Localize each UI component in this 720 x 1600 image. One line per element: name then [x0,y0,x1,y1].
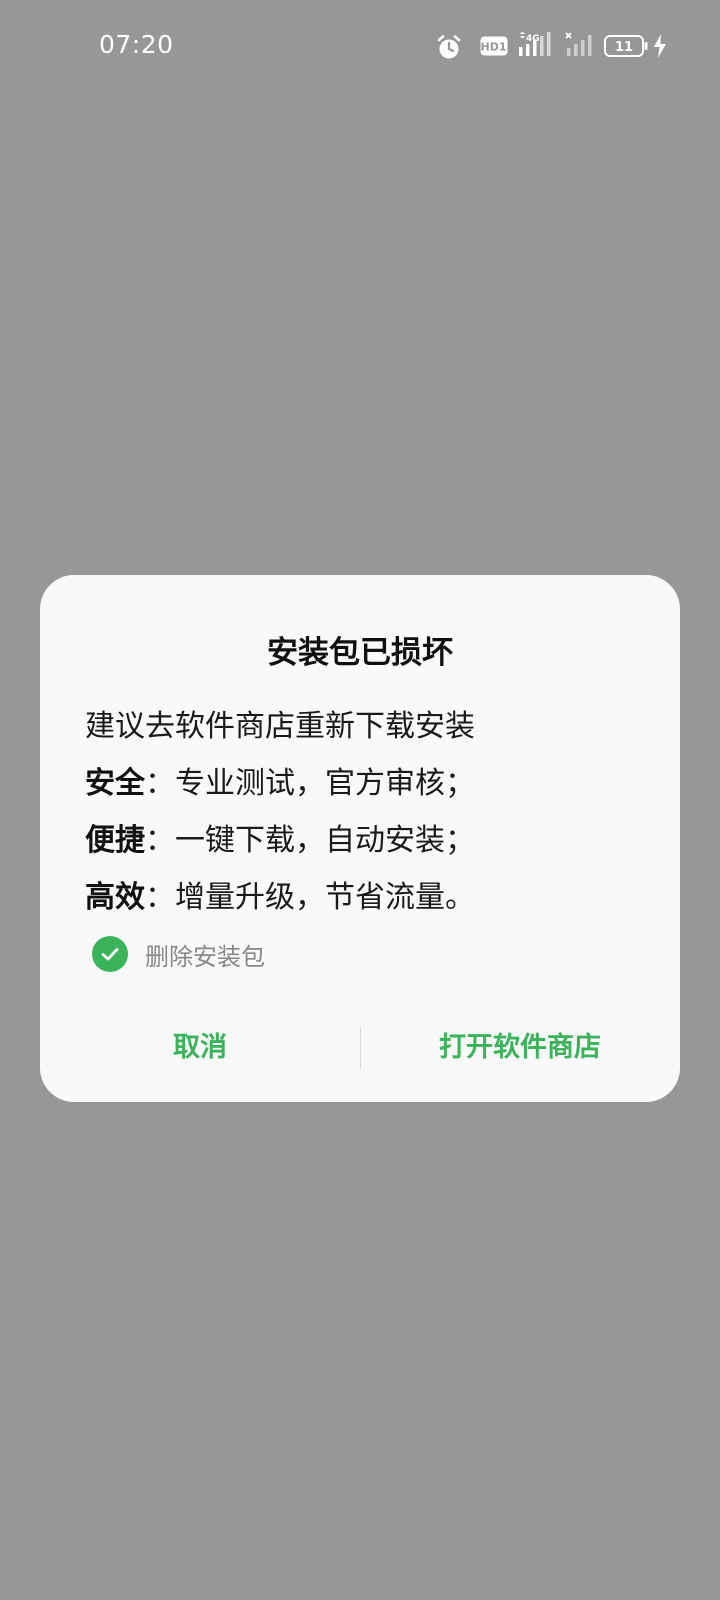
status-bar: 07:20 HD1 4G 11 [0,0,720,96]
no-sim-signal-icon [565,32,597,62]
feature-text: ：增量升级，节省流量。 [145,880,475,915]
checkmark-icon[interactable] [92,936,128,972]
feature-label: 便捷 [85,823,145,858]
status-time: 07:20 [99,30,174,59]
dialog-body: 建议去软件商店重新下载安装 安全：专业测试，官方审核； 便捷：一键下载，自动安装… [85,698,645,926]
svg-text:11: 11 [615,40,633,55]
open-app-store-button[interactable]: 打开软件商店 [360,1025,680,1071]
dialog-buttons: 取消 打开软件商店 [40,1025,680,1071]
delete-package-checkbox[interactable]: 删除安装包 [92,935,265,973]
feature-text: ：一键下载，自动安装； [145,823,475,858]
dialog-title: 安装包已损坏 [267,635,453,671]
corrupted-package-dialog: 安装包已损坏 建议去软件商店重新下载安装 安全：专业测试，官方审核； 便捷：一键… [40,575,680,1102]
feature-convenience: 便捷：一键下载，自动安装； [85,812,645,869]
hd-icon: HD1 [480,36,508,60]
svg-text:HD1: HD1 [481,41,507,54]
dialog-intro: 建议去软件商店重新下载安装 [85,709,475,744]
feature-label: 高效 [85,880,145,915]
battery-icon: 11 [604,35,648,61]
feature-text: ：专业测试，官方审核； [145,766,475,801]
cancel-button[interactable]: 取消 [40,1025,360,1071]
delete-package-label[interactable]: 删除安装包 [145,937,265,972]
charging-icon [653,34,667,62]
feature-security: 安全：专业测试，官方审核； [85,755,645,812]
feature-label: 安全 [85,766,145,801]
4g-signal-icon: 4G [517,31,555,62]
alarm-icon [436,34,462,64]
svg-text:4G: 4G [526,34,540,44]
feature-efficiency: 高效：增量升级，节省流量。 [85,869,645,926]
